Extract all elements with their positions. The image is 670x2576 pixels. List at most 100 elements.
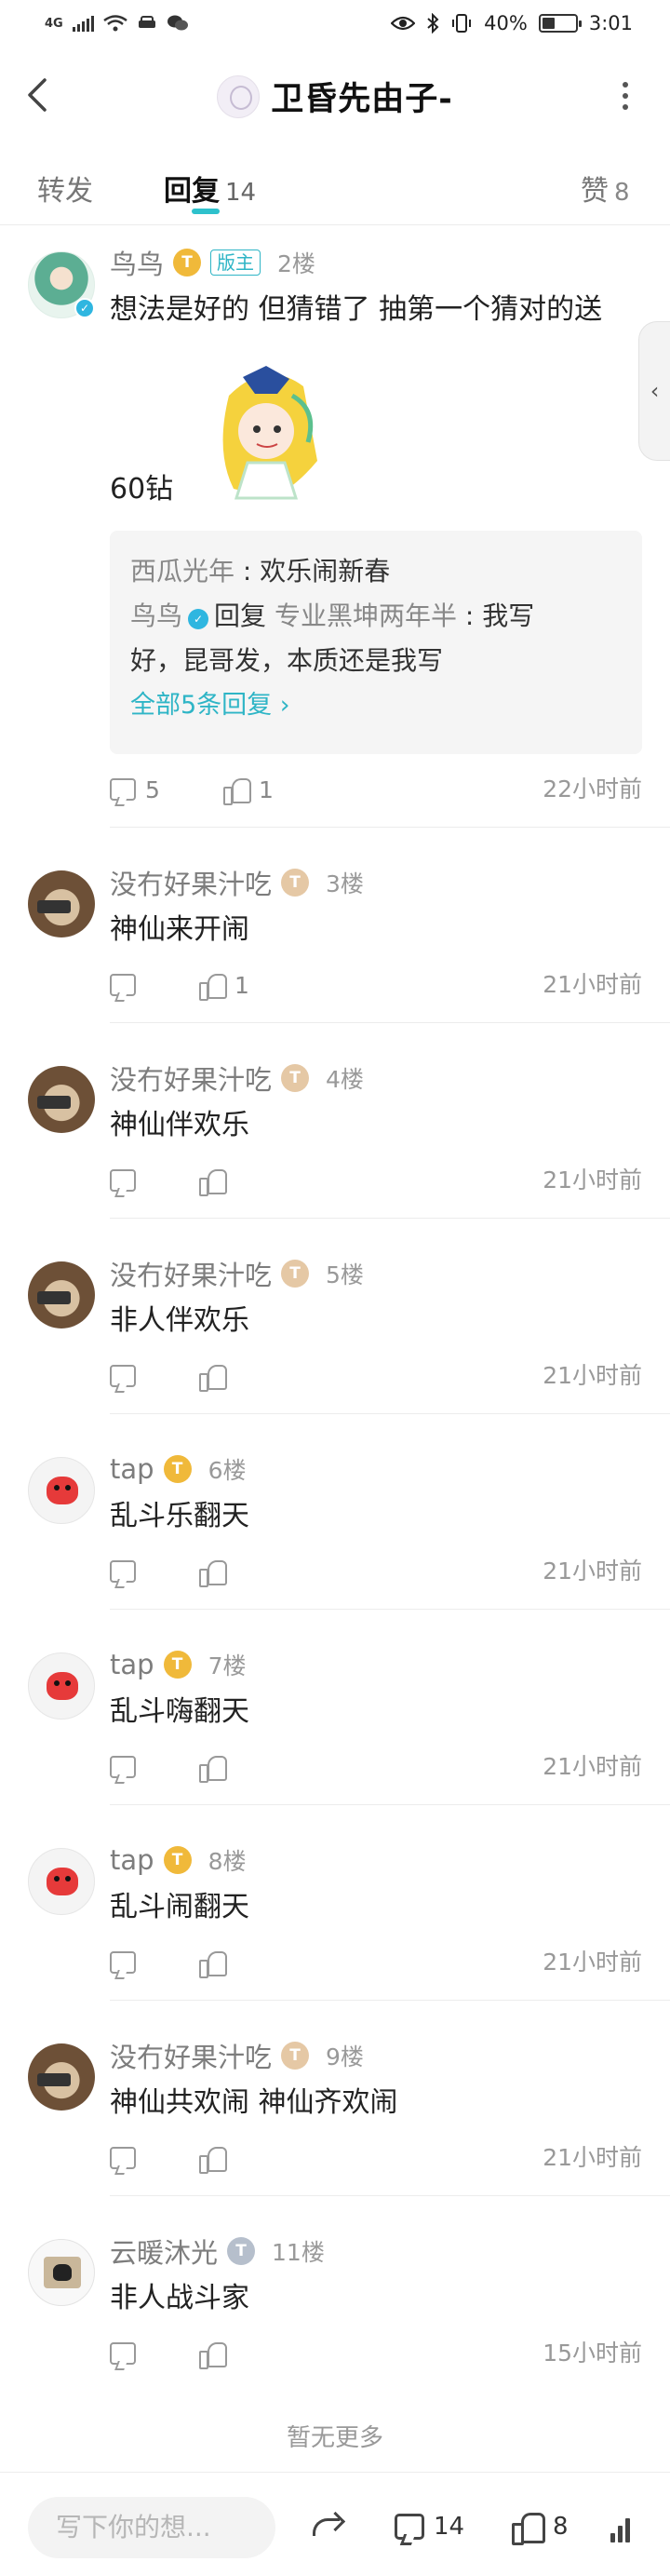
reply-button[interactable] <box>110 2335 136 2372</box>
reply-input[interactable]: 写下你的想... <box>28 2497 275 2558</box>
comment-text: 想法是好的 但猜错了 抽第一个猜对的送 <box>110 293 603 326</box>
comment-actions: 21小时前 <box>110 1944 642 1981</box>
avatar[interactable] <box>28 870 95 937</box>
username[interactable]: 没冇好果汁吃 <box>110 1059 272 1098</box>
sub-reply-target[interactable]: 专业黑坤两年半 <box>275 600 457 631</box>
like-count: 8 <box>553 2513 569 2541</box>
top-header: 卫昏先由子- <box>0 47 670 149</box>
username[interactable]: 没冇好果汁吃 <box>110 863 272 902</box>
reply-button[interactable] <box>110 966 136 1004</box>
like-button[interactable]: 1 <box>199 966 249 1004</box>
comment-meta: 没冇好果汁吃 T 3楼 <box>110 863 364 902</box>
comment-button[interactable]: 14 <box>395 2508 464 2545</box>
like-button[interactable] <box>199 1553 234 1590</box>
comment-text: 乱斗乐翻天 <box>110 1500 249 1532</box>
username[interactable]: 鸟鸟 <box>110 243 164 282</box>
tab-count: 8 <box>614 179 630 207</box>
moderator-badge: 版主 <box>210 250 261 276</box>
title-avatar[interactable] <box>217 74 261 118</box>
username[interactable]: 没冇好果汁吃 <box>110 1254 272 1293</box>
bottom-bar: 写下你的想... 14 8 <box>0 2472 670 2576</box>
sub-reply-user[interactable]: 鸟鸟 <box>130 600 182 631</box>
more-icon[interactable] <box>622 82 629 110</box>
reply-button[interactable] <box>110 1553 136 1590</box>
avatar[interactable] <box>28 2043 95 2111</box>
level-badge: T <box>281 2042 310 2070</box>
comment-meta: 没冇好果汁吃 T 9楼 <box>110 2036 364 2075</box>
avatar[interactable] <box>28 1652 95 1720</box>
like-button[interactable] <box>199 1162 234 1199</box>
like-button[interactable] <box>199 1748 234 1786</box>
reply-button[interactable] <box>110 1944 136 1981</box>
comment-icon <box>110 1169 136 1192</box>
reply-button[interactable]: 5 <box>110 771 160 808</box>
username[interactable]: tap <box>110 1844 154 1876</box>
like-button[interactable] <box>199 1357 234 1395</box>
tab-bar: 转发 回复 14 赞8 <box>0 149 670 225</box>
tab-indicator <box>192 209 220 214</box>
comment-actions: 21小时前 <box>110 1357 642 1395</box>
battery-fill <box>542 18 556 29</box>
timestamp: 21小时前 <box>543 2144 642 2171</box>
avatar[interactable] <box>28 2239 95 2306</box>
status-right: 40% 3:01 <box>391 9 633 37</box>
like-icon <box>199 1949 227 1978</box>
floor-number: 11楼 <box>272 2239 325 2266</box>
comment-count: 14 <box>434 2513 465 2541</box>
like-button[interactable]: 8 <box>512 2508 569 2545</box>
comment-actions: 21小时前 <box>110 1553 642 1590</box>
comment-icon <box>110 2147 136 2169</box>
username[interactable]: 没冇好果汁吃 <box>110 2036 272 2075</box>
comment-icon <box>110 1951 136 1974</box>
comment-actions: 21小时前 <box>110 1162 642 1199</box>
reply-button[interactable] <box>110 1357 136 1395</box>
reply-button[interactable] <box>110 2139 136 2177</box>
like-button[interactable] <box>199 2139 234 2177</box>
avatar[interactable] <box>28 1848 95 1915</box>
avatar[interactable] <box>28 1066 95 1133</box>
tab-likes[interactable]: 赞8 <box>581 168 630 209</box>
like-button[interactable]: 1 <box>223 771 274 808</box>
comment-actions: 21小时前 <box>110 1748 642 1786</box>
like-button[interactable] <box>199 1944 234 1981</box>
sticker-image[interactable] <box>192 358 341 507</box>
like-button[interactable] <box>199 2335 234 2372</box>
timestamp: 21小时前 <box>543 1558 642 1585</box>
level-badge: T <box>281 1260 310 1288</box>
username[interactable]: 云暖沐光 <box>110 2232 218 2271</box>
level-badge: T <box>163 1455 192 1483</box>
reply-button[interactable] <box>110 1162 136 1199</box>
no-more-label: 暂无更多 <box>286 2424 383 2452</box>
comment-text: 非人战斗家 <box>110 2282 249 2314</box>
all-replies-link[interactable]: 全部5条回复 › <box>130 683 622 728</box>
timestamp: 21小时前 <box>543 971 642 998</box>
like-icon <box>512 2511 545 2545</box>
level-badge: T <box>281 869 310 897</box>
username[interactable]: tap <box>110 1649 154 1680</box>
sub-replies-box[interactable]: 西瓜光年 : 欢乐闹新春 鸟鸟 ✓ 回复 专业黑坤两年半 : 我写 好，昆哥发，本质… <box>110 531 642 754</box>
floor-number: 8楼 <box>208 1848 247 1875</box>
battery-percent: 40% <box>484 12 528 34</box>
stats-button[interactable] <box>610 2508 642 2545</box>
title-wrap: 卫昏先由子- <box>0 73 670 120</box>
like-icon <box>223 776 251 805</box>
divider <box>110 1022 670 1023</box>
level-badge: T <box>281 1064 310 1092</box>
tab-reposts[interactable]: 转发 <box>37 168 93 209</box>
share-button[interactable] <box>311 2508 342 2545</box>
status-left: 4G <box>45 9 189 37</box>
tab-replies[interactable]: 回复 14 <box>164 168 256 209</box>
reply-button[interactable] <box>110 1748 136 1786</box>
comment-actions: 5 1 22小时前 <box>110 771 642 808</box>
timestamp: 15小时前 <box>543 2340 642 2367</box>
floor-number: 7楼 <box>208 1652 247 1679</box>
avatar[interactable] <box>28 1457 95 1524</box>
username[interactable]: tap <box>110 1453 154 1485</box>
avatar[interactable] <box>28 1261 95 1328</box>
floor-number: 4楼 <box>326 1066 364 1093</box>
floor-number: 5楼 <box>326 1261 364 1288</box>
network-label: 4G <box>45 16 63 31</box>
comment-icon <box>110 778 136 801</box>
like-count: 1 <box>259 775 274 803</box>
sub-reply-user[interactable]: 西瓜光年 <box>130 556 234 587</box>
